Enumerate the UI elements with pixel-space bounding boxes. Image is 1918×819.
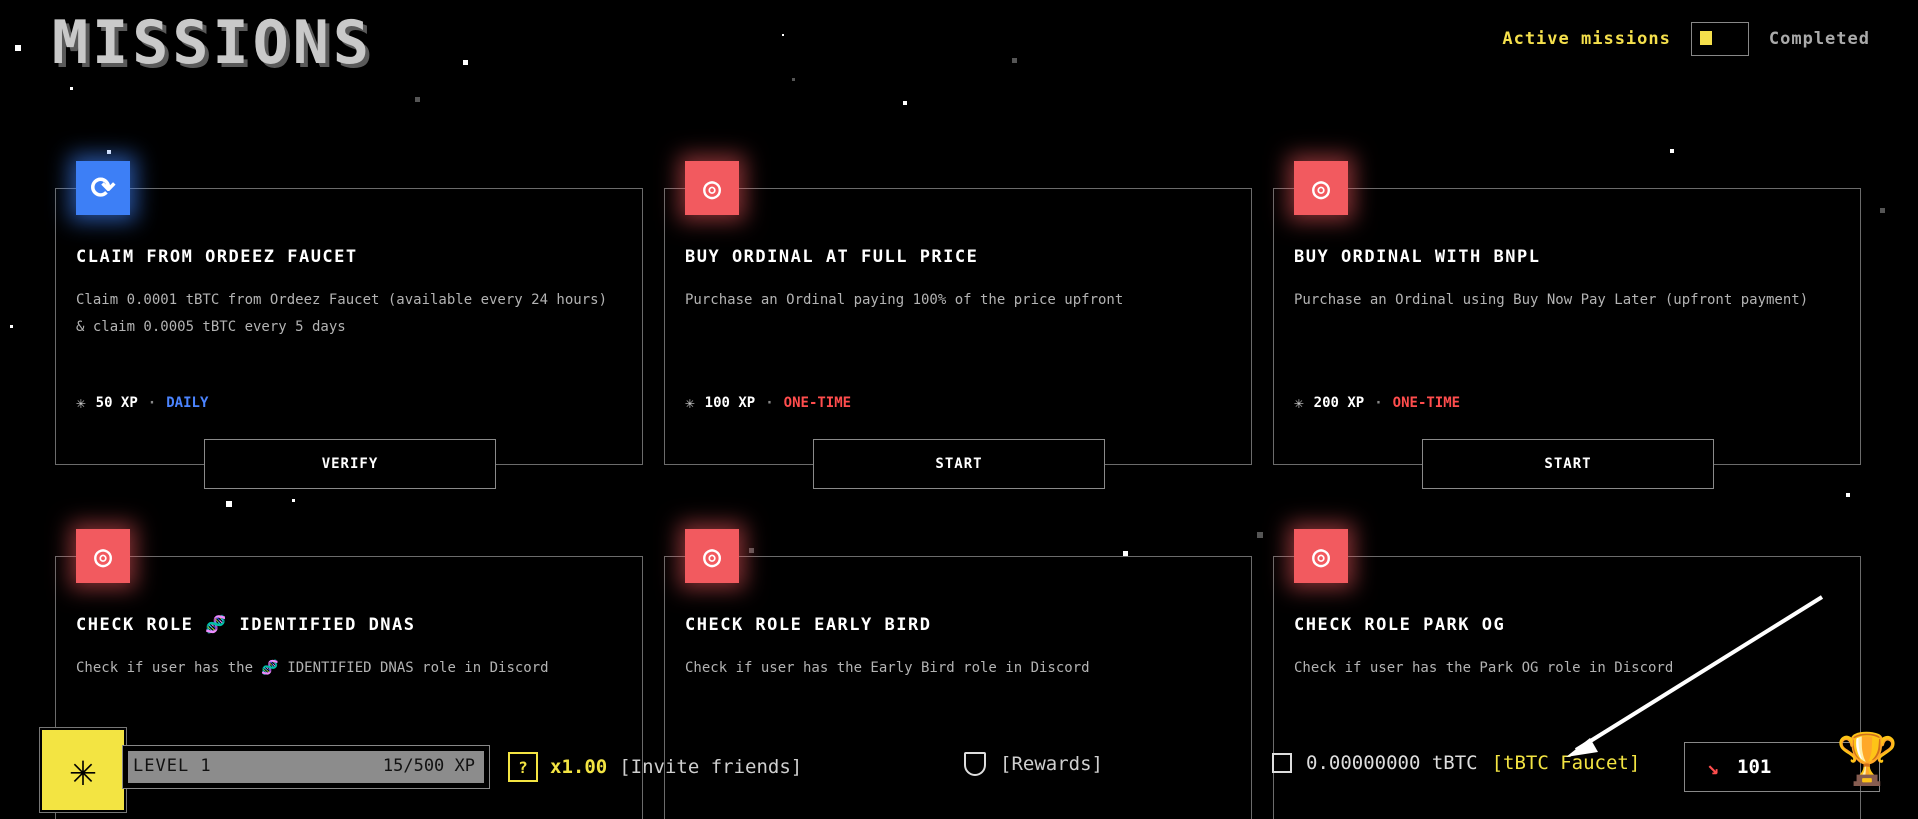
star: [70, 87, 73, 90]
mission-description: Purchase an Ordinal using Buy Now Pay La…: [1294, 292, 1809, 308]
rewards-section: [Rewards]: [964, 752, 1103, 776]
completed-label[interactable]: Completed: [1769, 29, 1870, 49]
xp-icon: ✳: [685, 393, 695, 412]
target-icon: ◎: [76, 529, 130, 583]
star: [292, 499, 295, 502]
level-progress-bar: LEVEL 1 15/500 XP: [122, 745, 490, 789]
star: [782, 34, 784, 36]
mission-card: ◎ BUY ORDINAL WITH BNPL Purchase an Ordi…: [1273, 161, 1861, 489]
mission-title: CHECK ROLE 🧬 IDENTIFIED DNAS: [76, 615, 416, 635]
mission-frequency: ONE-TIME: [1392, 394, 1461, 411]
mission-title: BUY ORDINAL WITH BNPL: [1294, 247, 1541, 267]
star: [1012, 58, 1017, 63]
page-title: MISSIONS: [52, 8, 373, 78]
mission-xp: 100 XP: [704, 394, 756, 411]
start-button[interactable]: START: [1422, 439, 1714, 489]
rewards-link[interactable]: [Rewards]: [1000, 753, 1103, 775]
refresh-icon: ⟳: [76, 161, 130, 215]
mission-description: Check if user has the 🧬 IDENTIFIED DNAS …: [76, 660, 549, 676]
mission-card: ⟳ CLAIM FROM ORDEEZ FAUCET Claim 0.0001 …: [55, 161, 643, 489]
star: [792, 78, 795, 81]
mission-title: CLAIM FROM ORDEEZ FAUCET: [76, 247, 358, 267]
verify-button[interactable]: VERIFY: [204, 439, 496, 489]
star: [1880, 208, 1885, 213]
xp-icon: ✳: [76, 393, 86, 412]
mission-frequency: DAILY: [166, 394, 209, 411]
multiplier-section: ? x1.00 [Invite friends]: [508, 752, 802, 782]
target-icon: ◎: [685, 529, 739, 583]
star: [10, 325, 13, 328]
star: [463, 60, 468, 65]
level-sparkle-icon: ✳: [39, 727, 127, 813]
start-button[interactable]: START: [813, 439, 1105, 489]
mission-description: Purchase an Ordinal paying 100% of the p…: [685, 292, 1124, 308]
mission-description: Check if user has the Park OG role in Di…: [1294, 660, 1674, 676]
star: [1670, 149, 1674, 153]
xp-icon: ✳: [1294, 393, 1304, 412]
mission-meta: ✳ 50 XP · DAILY: [76, 393, 208, 412]
mission-meta: ✳ 200 XP · ONE-TIME: [1294, 393, 1460, 412]
level-label: LEVEL 1: [133, 756, 212, 776]
xp-progress-label: 15/500 XP: [382, 756, 475, 776]
rank-value: 101: [1737, 756, 1772, 778]
tbtc-faucet-link[interactable]: [tBTC Faucet]: [1492, 752, 1641, 774]
mission-xp: 200 XP: [1313, 394, 1365, 411]
trend-down-icon: ↘: [1707, 755, 1720, 779]
star: [415, 97, 420, 102]
multiplier-value: x1.00: [550, 756, 608, 778]
target-icon: ◎: [1294, 529, 1348, 583]
separator: ·: [1374, 394, 1383, 411]
target-icon: ◎: [685, 161, 739, 215]
star: [1846, 493, 1850, 497]
mission-card: ◎ BUY ORDINAL AT FULL PRICE Purchase an …: [664, 161, 1252, 489]
shield-icon: [964, 752, 986, 776]
mission-title: BUY ORDINAL AT FULL PRICE: [685, 247, 979, 267]
separator: ·: [765, 394, 774, 411]
wallet-icon: [1272, 753, 1292, 773]
mission-description: Claim 0.0001 tBTC from Ordeez Faucet (av…: [76, 292, 608, 335]
star: [1257, 532, 1263, 538]
mission-xp: 50 XP: [95, 394, 138, 411]
missions-toggle-switch[interactable]: [1690, 22, 1749, 56]
help-icon[interactable]: ?: [508, 752, 538, 782]
invite-friends-link[interactable]: [Invite friends]: [619, 756, 802, 778]
star: [903, 101, 907, 105]
mission-meta: ✳ 100 XP · ONE-TIME: [685, 393, 851, 412]
target-icon: ◎: [1294, 161, 1348, 215]
star: [107, 150, 111, 154]
mission-title: CHECK ROLE EARLY BIRD: [685, 615, 932, 635]
mission-description: Check if user has the Early Bird role in…: [685, 660, 1090, 676]
mission-title: CHECK ROLE PARK OG: [1294, 615, 1506, 635]
active-missions-label[interactable]: Active missions: [1502, 29, 1671, 49]
toggle-knob: [1699, 31, 1712, 45]
star: [15, 45, 21, 51]
tbtc-section: 0.00000000 tBTC [tBTC Faucet]: [1272, 752, 1640, 774]
missions-filter-toggle: Active missions Completed: [1502, 22, 1870, 56]
star: [749, 548, 754, 553]
trophy-icon: 🏆: [1836, 730, 1899, 788]
separator: ·: [147, 394, 157, 411]
mission-frequency: ONE-TIME: [783, 394, 852, 411]
tbtc-balance: 0.00000000 tBTC: [1306, 752, 1478, 774]
star: [226, 501, 232, 507]
